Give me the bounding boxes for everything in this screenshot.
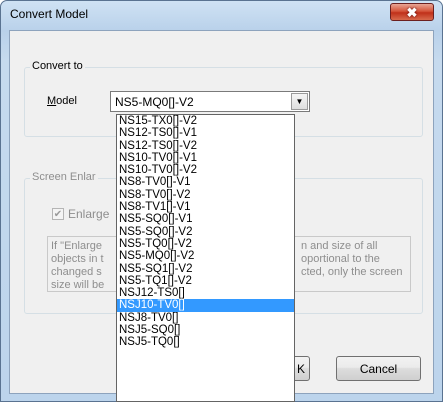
- enlarge-checkbox[interactable]: ✔: [52, 208, 64, 220]
- dropdown-option[interactable]: NS8-TV0[]-V2: [117, 189, 294, 201]
- dropdown-option[interactable]: NS5-MQ0[]-V2: [117, 250, 294, 262]
- dropdown-option[interactable]: NS10-TV0[]-V2: [117, 164, 294, 176]
- dropdown-option[interactable]: NSJ12-TS0[]: [117, 287, 294, 299]
- model-select-value: NS5-MQ0[]-V2: [115, 95, 194, 109]
- dropdown-option[interactable]: NSJ5-SQ0[]: [117, 324, 294, 336]
- chevron-down-icon[interactable]: ▼: [291, 93, 308, 110]
- dropdown-option[interactable]: NS8-TV1[]-V1: [117, 201, 294, 213]
- screen-enlarge-label: Screen Enlar: [30, 171, 98, 183]
- check-icon: ✔: [53, 208, 63, 220]
- dropdown-option[interactable]: NS10-TV0[]-V1: [117, 152, 294, 164]
- dropdown-option[interactable]: NS5-SQ1[]-V2: [117, 263, 294, 275]
- model-select[interactable]: NS5-MQ0[]-V2 ▼: [110, 91, 310, 112]
- dropdown-option[interactable]: NS5-TQ0[]-V2: [117, 238, 294, 250]
- dropdown-option[interactable]: NS15-TX0[]-V2: [117, 115, 294, 127]
- dropdown-option[interactable]: NSJ10-TV0[]: [117, 299, 294, 312]
- dropdown-option[interactable]: NS5-TQ1[]-V2: [117, 275, 294, 287]
- dropdown-option[interactable]: NS5-SQ0[]-V2: [117, 226, 294, 238]
- close-button[interactable]: ✖: [390, 3, 434, 21]
- dropdown-option[interactable]: NSJ5-TQ0[]: [117, 336, 294, 348]
- dropdown-option[interactable]: NS12-TS0[]-V2: [117, 140, 294, 152]
- close-icon: ✖: [406, 4, 418, 20]
- model-dropdown-list[interactable]: NS15-TX0[]-V2 NS12-TS0[]-V1 NS12-TS0[]-V2 N…: [116, 114, 295, 402]
- info-text-left: If "Enlarge objects in t changed s size …: [51, 240, 105, 291]
- cancel-button-label: Cancel: [359, 361, 398, 376]
- ok-button-label: K: [296, 361, 305, 376]
- info-text-right: n and size of all oportional to the cted…: [301, 240, 403, 278]
- window-title: Convert Model: [10, 7, 89, 21]
- dropdown-option[interactable]: NS8-TV0[]-V1: [117, 176, 294, 188]
- cancel-button[interactable]: Cancel: [336, 356, 421, 381]
- model-label: Model: [47, 95, 77, 107]
- enlarge-checkbox-label: Enlarge: [68, 207, 110, 221]
- dropdown-option[interactable]: NSJ8-TV0[]: [117, 312, 294, 324]
- dropdown-option[interactable]: NS12-TS0[]-V1: [117, 127, 294, 139]
- convert-to-label: Convert to: [30, 60, 85, 72]
- dropdown-option[interactable]: NS5-SQ0[]-V1: [117, 213, 294, 225]
